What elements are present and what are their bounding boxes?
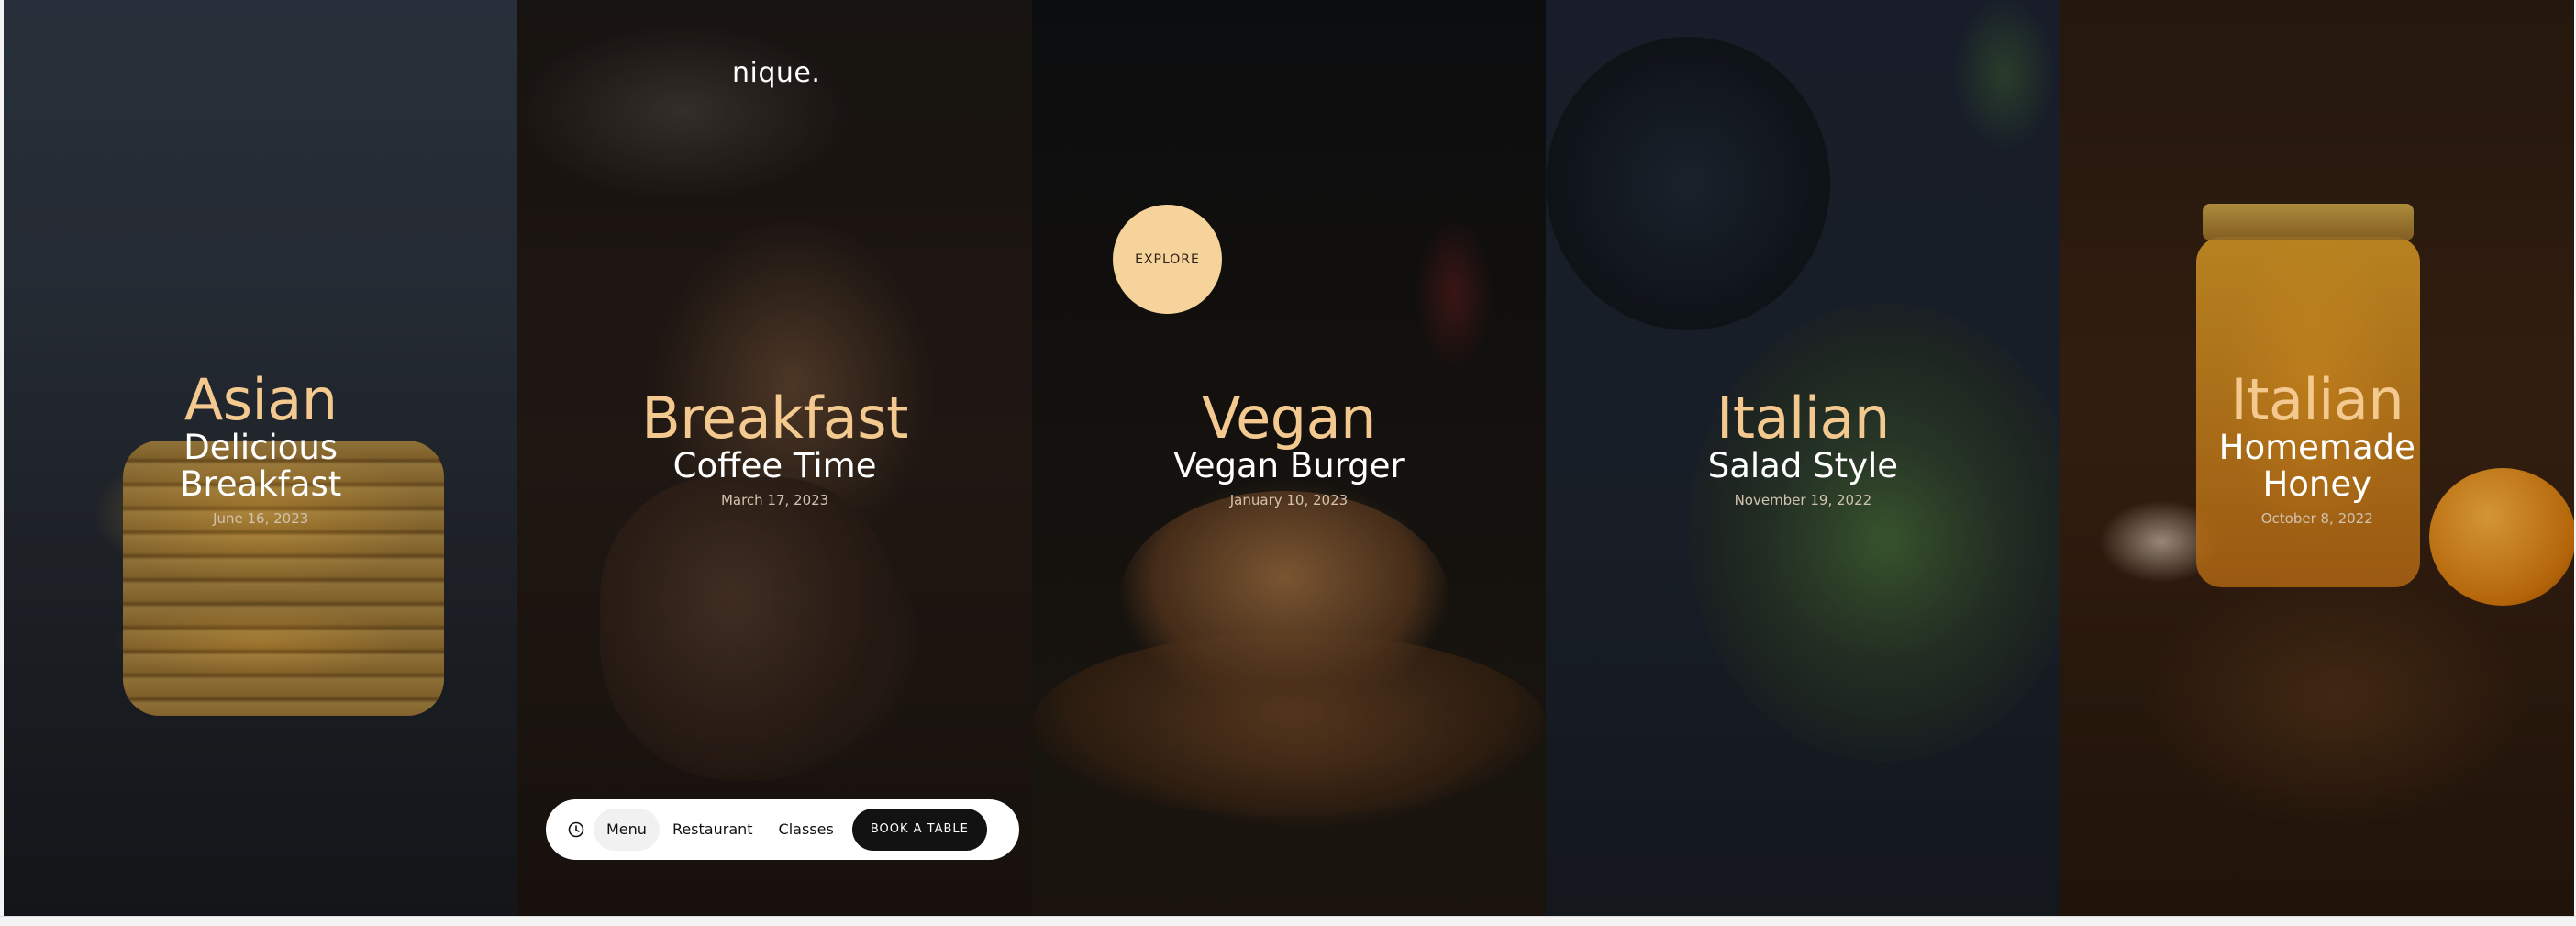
panel-date: June 16, 2023 [213,510,309,527]
panel-caption: Italian Homemade Honey October 8, 2022 [2060,366,2574,528]
clock-icon-svg [568,821,584,838]
panel-title-line1[interactable]: Coffee Time [517,448,1031,485]
bottom-nav-bar: Menu Restaurant Classes BOOK A TABLE [546,799,1019,860]
explore-button[interactable]: EXPLORE [1113,205,1222,314]
panel-title-line1[interactable]: Homemade [2060,430,2574,466]
gallery-panel-asian[interactable]: Asian Delicious Breakfast June 16, 2023 [4,0,518,916]
panel-title-line1[interactable]: Salad Style [1546,448,2060,485]
panel-caption: Vegan Vegan Burger January 10, 2023 [1032,385,1546,509]
book-a-table-button[interactable]: BOOK A TABLE [851,809,987,851]
clock-icon[interactable] [559,812,594,847]
panel-category: Asian [183,366,338,433]
panel-title-line2[interactable]: Honey [2060,466,2574,503]
panel-title-line2[interactable]: Breakfast [4,466,517,503]
panel-title-line1[interactable]: Delicious [4,430,517,466]
nav-classes-link[interactable]: Classes [766,809,847,851]
panel-category: Italian [1715,385,1890,452]
nav-restaurant-link[interactable]: Restaurant [660,809,766,851]
panel-category: Italian [2230,366,2404,433]
panel-date: January 10, 2023 [1229,492,1349,508]
panel-title-line1[interactable]: Vegan Burger [1032,448,1546,485]
gallery-panel-italian-salad[interactable]: Italian Salad Style November 19, 2022 [1546,0,2060,916]
nav-menu-link[interactable]: Menu [594,809,660,851]
panel-category: Breakfast [641,385,908,452]
panel-caption: Asian Delicious Breakfast June 16, 2023 [4,366,517,528]
gallery-panel-breakfast[interactable]: Breakfast Coffee Time March 17, 2023 [517,0,1032,916]
brand-logo[interactable]: nique. [732,57,820,89]
gallery-panel-italian-honey[interactable]: Italian Homemade Honey October 8, 2022 [2060,0,2574,916]
panel-category: Vegan [1202,385,1376,452]
panel-caption: Breakfast Coffee Time March 17, 2023 [517,385,1031,509]
gallery-panel-vegan[interactable]: Vegan Vegan Burger January 10, 2023 [1031,0,1547,916]
panel-date: March 17, 2023 [720,492,829,508]
panel-date: October 8, 2022 [2260,510,2373,527]
page-bottom-edge [0,916,2576,926]
panel-caption: Italian Salad Style November 19, 2022 [1546,385,2060,509]
panel-date: November 19, 2022 [1734,492,1872,508]
food-gallery: Asian Delicious Breakfast June 16, 2023 … [4,0,2574,916]
